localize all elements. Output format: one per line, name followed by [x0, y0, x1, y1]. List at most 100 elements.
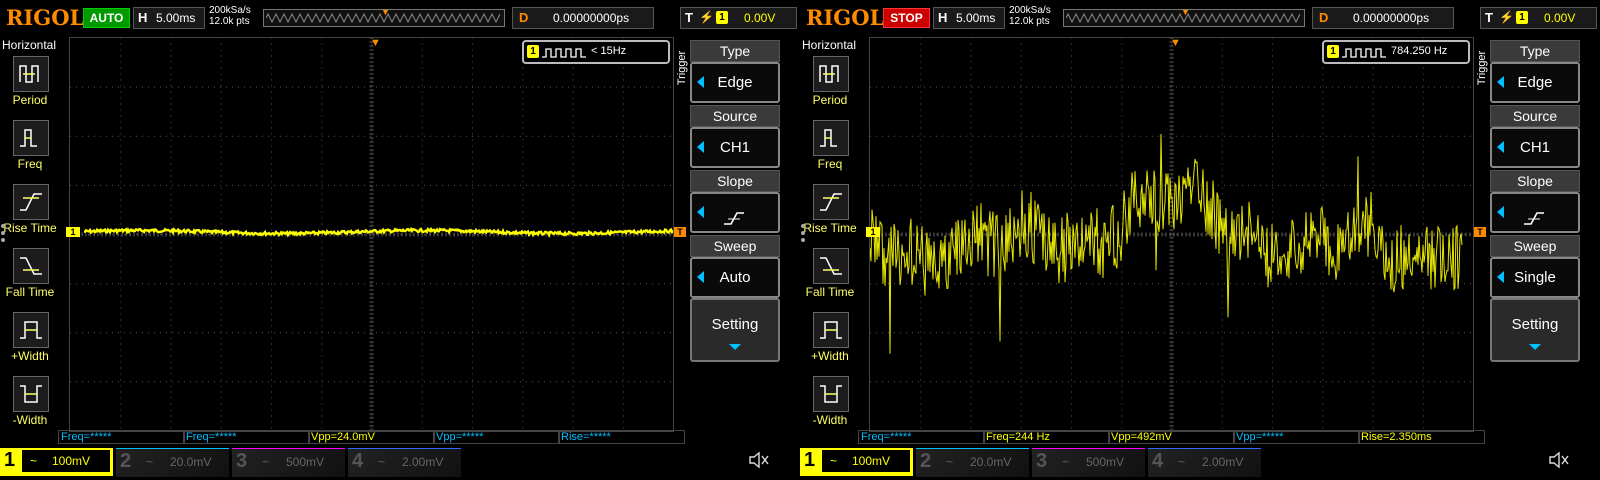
- measure-item-pos-width[interactable]: +Width: [800, 312, 860, 372]
- trigger-level-marker[interactable]: T: [1474, 227, 1486, 237]
- menu-value-text: Single: [1514, 269, 1556, 286]
- measure-item-fall-time[interactable]: Fall Time: [800, 248, 860, 308]
- measure-item-label: Period: [812, 93, 848, 107]
- memory-overview-bar[interactable]: ▼: [1063, 7, 1305, 27]
- ch1-offset-marker[interactable]: 1: [866, 227, 880, 237]
- channel-number: 4: [1152, 450, 1164, 472]
- channel-number: 2: [120, 450, 132, 472]
- neg-width-icon: [813, 376, 849, 412]
- trigger-label: T: [1485, 10, 1493, 25]
- measure-item-period[interactable]: Period: [0, 56, 60, 116]
- menu-arrow-icon: [697, 206, 704, 218]
- measure-item-label: Freq: [817, 157, 843, 171]
- pos-width-icon: [813, 312, 849, 348]
- measure-item-freq[interactable]: Freq: [0, 120, 60, 180]
- trigger-indicator[interactable]: T ⚡ 1 0.00V: [680, 7, 797, 29]
- counter-channel-badge: 1: [1327, 45, 1339, 58]
- coupling-icon: ~: [946, 455, 954, 469]
- waveform-display[interactable]: [869, 37, 1474, 432]
- menu-arrow-icon: [697, 76, 704, 88]
- measure-item-label: -Width: [12, 413, 48, 427]
- menu-source-value[interactable]: CH1: [690, 127, 780, 168]
- timebase-indicator[interactable]: H 5.00ms: [933, 7, 1005, 29]
- menu-sweep-title: Sweep: [690, 235, 780, 257]
- trigger-position-marker: ▼: [381, 7, 390, 17]
- channel-settings: ~100mV: [822, 450, 910, 472]
- measure-item-neg-width[interactable]: -Width: [0, 376, 60, 436]
- coupling-icon: ~: [378, 455, 386, 469]
- channel-3-tab[interactable]: 3 ~500mV: [1032, 448, 1145, 477]
- counter-value: < 15Hz: [591, 45, 627, 57]
- channel-number: 1: [804, 449, 816, 471]
- channel-1-tab[interactable]: 1 ~100mV: [0, 448, 113, 476]
- channel-settings: ~100mV: [22, 450, 110, 472]
- menu-source-title: Source: [1490, 105, 1580, 127]
- measure-item-neg-width[interactable]: -Width: [800, 376, 860, 436]
- speaker-mute-icon[interactable]: [1548, 450, 1570, 475]
- delay-indicator[interactable]: D 0.00000000ps: [512, 7, 654, 29]
- run-state-button[interactable]: AUTO: [83, 8, 130, 28]
- menu-arrow-icon: [1497, 141, 1504, 153]
- measure-item-period[interactable]: Period: [800, 56, 860, 116]
- measure-item-freq[interactable]: Freq: [800, 120, 860, 180]
- measure-item-label: Rise Time: [803, 221, 857, 235]
- fall-time-icon: [813, 248, 849, 284]
- menu-slope-value[interactable]: [690, 192, 780, 233]
- setting-button[interactable]: Setting: [1490, 298, 1580, 362]
- memory-overview-bar[interactable]: ▼: [263, 7, 505, 27]
- coupling-icon: ~: [262, 455, 270, 469]
- channel-scale: 20.0mV: [970, 455, 1012, 469]
- setting-label: Setting: [711, 316, 759, 333]
- measure-item-fall-time[interactable]: Fall Time: [0, 248, 60, 308]
- measure-item-rise-time[interactable]: Rise Time: [0, 184, 60, 244]
- run-state-button[interactable]: STOP: [883, 8, 930, 28]
- sample-rate-info: 200kSa/s 12.0k pts: [1009, 5, 1051, 27]
- trigger-edge-icon: ⚡: [699, 10, 714, 24]
- trigger-level-marker[interactable]: T: [674, 227, 686, 237]
- menu-sweep-value[interactable]: Auto: [690, 257, 780, 298]
- channel-scale: 100mV: [52, 454, 91, 468]
- channel-4-tab[interactable]: 4 ~2.00mV: [1148, 448, 1261, 477]
- fall-time-icon: [13, 248, 49, 284]
- waveform-display[interactable]: [69, 37, 674, 432]
- menu-slope-value[interactable]: [1490, 192, 1580, 233]
- right-scope-panel: RIGOL STOP H 5.00ms 200kSa/s 12.0k pts ▼ D 0.000…: [800, 0, 1600, 480]
- channel-3-tab[interactable]: 3 ~500mV: [232, 448, 345, 477]
- measure-item-label: +Width: [811, 349, 849, 363]
- timebase-indicator[interactable]: H 5.00ms: [133, 7, 205, 29]
- menu-type-value[interactable]: Edge: [690, 62, 780, 103]
- measure-item-rise-time[interactable]: Rise Time: [800, 184, 860, 244]
- trigger-level: 0.00V: [744, 11, 776, 25]
- setting-button[interactable]: Setting: [690, 298, 780, 362]
- menu-source-value[interactable]: CH1: [1490, 127, 1580, 168]
- delay-indicator[interactable]: D 0.00000000ps: [1312, 7, 1454, 29]
- frequency-counter: 1 784.250 Hz: [1322, 40, 1470, 64]
- trigger-indicator[interactable]: T ⚡ 1 0.00V: [1480, 7, 1597, 29]
- trigger-menu-title: Trigger: [675, 40, 689, 100]
- page-dots: [801, 224, 807, 245]
- channel-1-tab[interactable]: 1 ~100mV: [800, 448, 913, 476]
- measurement-result: Rise=2.350ms: [1358, 430, 1485, 444]
- counter-value: 784.250 Hz: [1391, 45, 1448, 57]
- menu-type-value[interactable]: Edge: [1490, 62, 1580, 103]
- measurement-result: Freq=244 Hz: [983, 430, 1110, 444]
- chevron-down-icon: [1529, 344, 1541, 350]
- menu-sweep-value[interactable]: Single: [1490, 257, 1580, 298]
- menu-slope-title: Slope: [690, 170, 780, 192]
- measure-item-pos-width[interactable]: +Width: [0, 312, 60, 372]
- menu-source-title: Source: [690, 105, 780, 127]
- trigger-position-marker[interactable]: ▼: [1170, 37, 1181, 49]
- channel-2-tab[interactable]: 2 ~20.0mV: [916, 448, 1029, 477]
- speaker-mute-icon[interactable]: [748, 450, 770, 475]
- channel-2-tab[interactable]: 2 ~20.0mV: [116, 448, 229, 477]
- freq-icon: [13, 120, 49, 156]
- measure-item-label: Freq: [17, 157, 43, 171]
- timebase-value: 5.00ms: [956, 11, 996, 25]
- trigger-label: T: [685, 10, 693, 25]
- ch1-offset-marker[interactable]: 1: [66, 227, 80, 237]
- channel-4-tab[interactable]: 4 ~2.00mV: [348, 448, 461, 477]
- trigger-position-marker[interactable]: ▼: [370, 37, 381, 49]
- channel-scale: 2.00mV: [1202, 455, 1244, 469]
- setting-label: Setting: [1511, 316, 1559, 333]
- period-icon: [813, 56, 849, 92]
